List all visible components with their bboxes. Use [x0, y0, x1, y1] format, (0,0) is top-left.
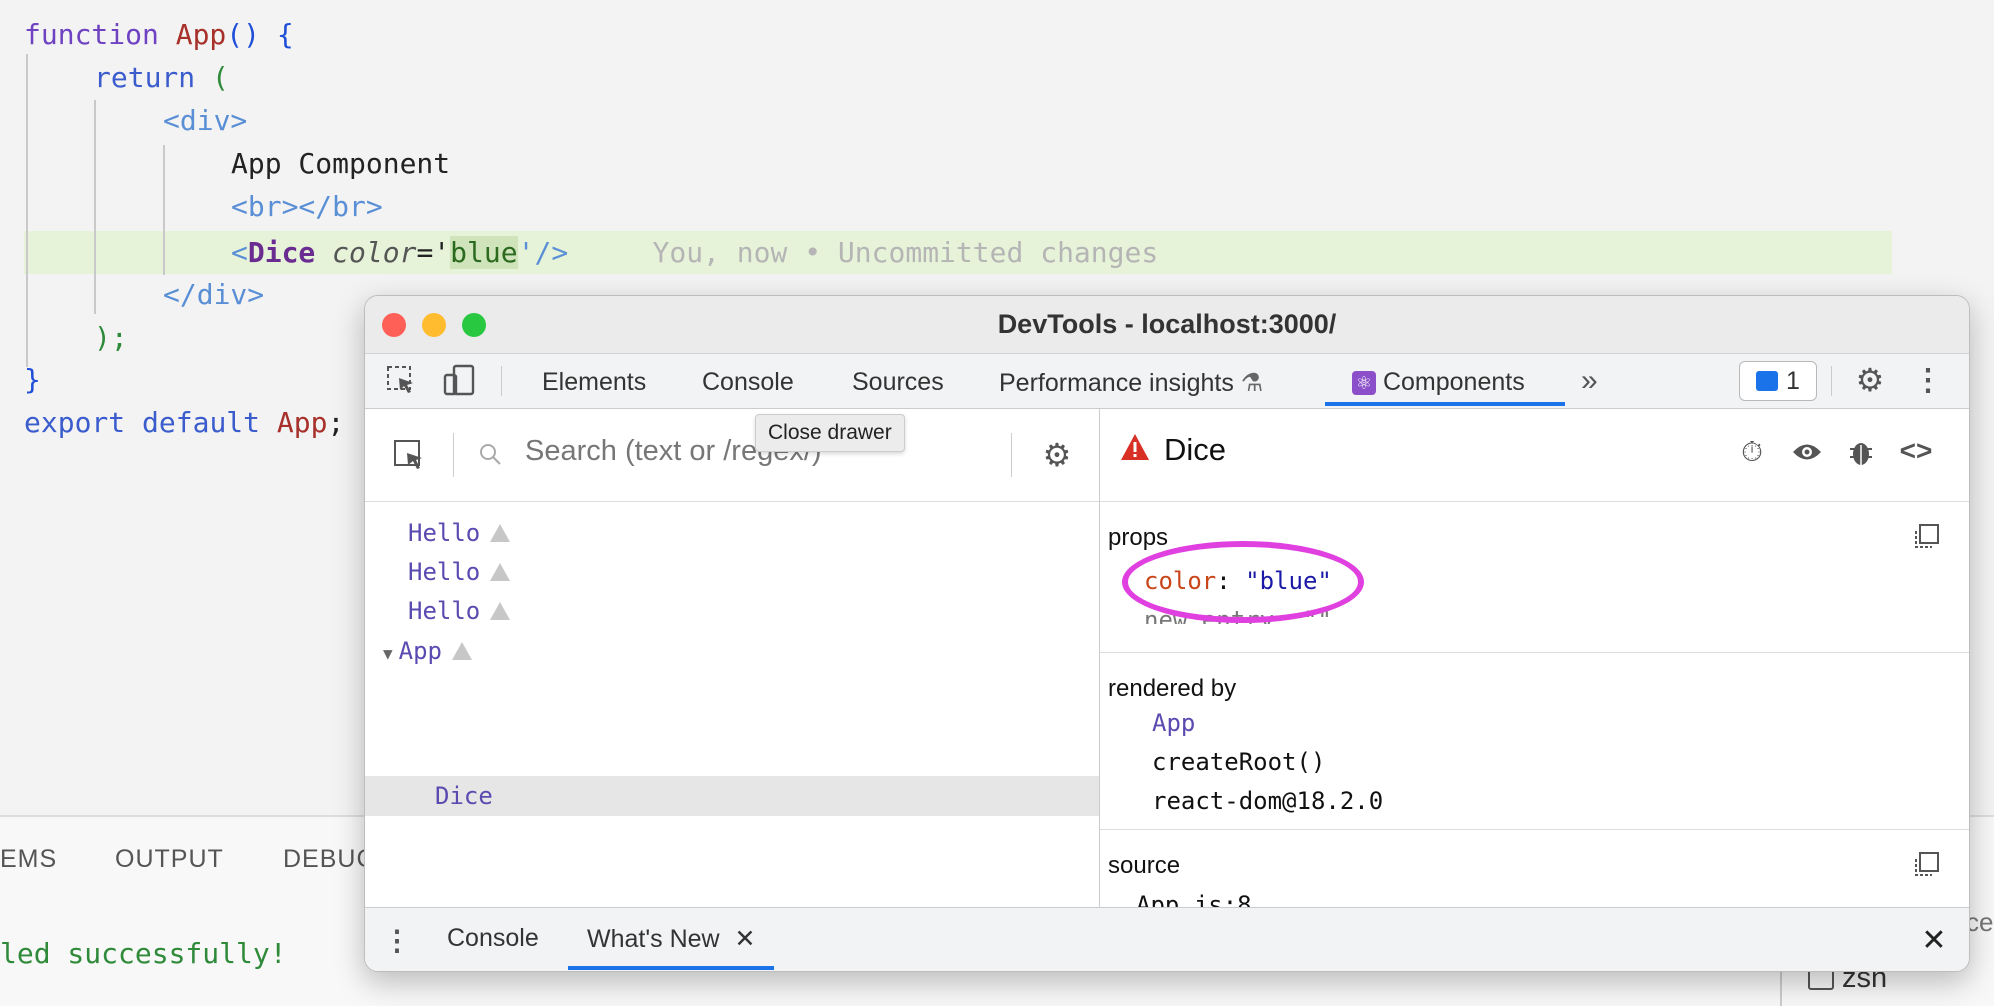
- component-tree-pane: Search (text or /regex/) ⚙ Hello Hello H…: [365, 409, 1100, 907]
- close-drawer-icon[interactable]: ✕: [1917, 922, 1951, 958]
- react-icon: ⚛: [1352, 371, 1376, 395]
- rendered-by-label: rendered by: [1108, 675, 1237, 702]
- indent-guide: [26, 54, 28, 367]
- more-tabs-chevron-icon[interactable]: »: [1581, 364, 1598, 398]
- component-name-heading: Dice: [1164, 432, 1227, 467]
- device-toolbar-icon[interactable]: [441, 362, 477, 398]
- active-tab-indicator: [1325, 402, 1565, 406]
- inspect-element-icon[interactable]: [383, 362, 419, 398]
- props-section-label: props: [1108, 524, 1169, 551]
- expand-triangle-icon[interactable]: ▼: [383, 644, 393, 663]
- kebab-menu-icon[interactable]: ⋮: [1913, 363, 1943, 397]
- close-tab-icon[interactable]: ✕: [735, 925, 756, 953]
- inspected-component-pane: Dice ⏱ <> props color: "blue" new entry:…: [1100, 409, 1969, 907]
- copy-source-icon[interactable]: [1910, 849, 1942, 881]
- code-line-2: return (: [94, 61, 229, 94]
- source-section-label: source: [1108, 852, 1181, 879]
- tab-console[interactable]: Console: [702, 368, 794, 397]
- issues-badge[interactable]: 1: [1739, 361, 1817, 401]
- code-line-3: <div>: [163, 104, 248, 137]
- message-icon: [1756, 371, 1779, 391]
- rendered-by-createroot: createRoot(): [1152, 748, 1326, 776]
- drawer-menu-icon[interactable]: ⋮: [383, 922, 411, 958]
- settings-gear-icon[interactable]: ⚙: [1853, 362, 1887, 398]
- copy-props-icon[interactable]: [1910, 521, 1942, 553]
- panel-tab-debug[interactable]: DEBUC: [283, 845, 376, 874]
- tab-sources[interactable]: Sources: [852, 368, 944, 397]
- window-title: DevTools - localhost:3000/: [997, 309, 1337, 339]
- rendered-by-react-dom: react-dom@18.2.0: [1152, 787, 1384, 815]
- toolbar-divider: [1831, 366, 1832, 396]
- component-warning-icon: [1120, 433, 1150, 466]
- code-line-9: }: [24, 363, 41, 396]
- panel-edge-text: ce: [1966, 907, 1994, 937]
- tree-settings-gear-icon[interactable]: ⚙: [1040, 437, 1074, 473]
- bug-icon[interactable]: [1844, 435, 1878, 469]
- compile-message: led successfully!: [0, 937, 287, 970]
- tree-item-hello[interactable]: Hello: [408, 597, 511, 625]
- panel-tab-problems[interactable]: EMS: [0, 845, 57, 874]
- panel-tab-output[interactable]: OUTPUT: [115, 845, 224, 874]
- tree-item-dice[interactable]: Dice: [435, 782, 493, 810]
- code-line-10: export default App;: [24, 406, 345, 439]
- devtools-drawer: ⋮ Console What's New ✕ ✕: [365, 907, 1969, 971]
- warning-icon: [490, 524, 511, 542]
- timer-icon[interactable]: ⏱: [1735, 435, 1769, 469]
- devtools-tabbar: Elements Console Sources Performance ins…: [365, 354, 1969, 409]
- drawer-tab-console[interactable]: Console: [447, 924, 539, 953]
- code-line-6: <Dice color='blue'/> You, now • Uncommit…: [231, 236, 1159, 269]
- drawer-tab-whats-new[interactable]: What's New ✕: [587, 924, 756, 954]
- section-divider: [1100, 829, 1969, 830]
- tree-item-hello[interactable]: Hello: [408, 558, 511, 586]
- code-line-4: App Component: [231, 147, 451, 180]
- window-titlebar: DevTools - localhost:3000/: [365, 296, 1969, 354]
- code-line-5: <br></br>: [231, 190, 383, 223]
- component-search-row: Search (text or /regex/) ⚙: [365, 409, 1099, 502]
- search-divider: [453, 433, 454, 477]
- section-divider: [1100, 501, 1969, 502]
- rendered-by-app-link[interactable]: App: [1152, 709, 1195, 737]
- devtools-window: DevTools - localhost:3000/ Elements Cons…: [364, 295, 1970, 972]
- search-icon: [475, 439, 505, 469]
- code-line-1: function App() {: [24, 18, 294, 51]
- warning-icon: [490, 563, 511, 581]
- annotation-highlight-circle: [1122, 541, 1364, 623]
- tree-item-hello[interactable]: Hello: [408, 519, 511, 547]
- warning-icon: [452, 642, 472, 660]
- source-location[interactable]: App.js:8: [1136, 891, 1252, 907]
- select-component-icon[interactable]: [391, 437, 427, 473]
- toolbar-divider: [501, 366, 502, 396]
- tab-components[interactable]: ⚛ Components: [1352, 368, 1525, 397]
- tree-item-app[interactable]: ▼ App: [383, 637, 472, 665]
- warning-icon: [490, 602, 511, 620]
- git-blame-annotation: You, now • Uncommitted changes: [652, 236, 1159, 269]
- eye-icon[interactable]: [1790, 435, 1824, 469]
- drawer-active-indicator: [568, 966, 774, 970]
- view-source-code-icon[interactable]: <>: [1896, 433, 1936, 469]
- close-drawer-tooltip: Close drawer: [755, 414, 905, 452]
- section-divider: [1100, 652, 1969, 653]
- indent-guide: [94, 100, 96, 314]
- tab-elements[interactable]: Elements: [542, 368, 646, 397]
- tab-performance-insights[interactable]: Performance insights ⚗: [999, 368, 1263, 398]
- indent-guide: [163, 145, 165, 275]
- search-divider: [1011, 433, 1012, 477]
- flask-icon: ⚗: [1240, 369, 1264, 397]
- code-line-7: </div>: [163, 278, 265, 311]
- code-line-8: );: [94, 321, 128, 354]
